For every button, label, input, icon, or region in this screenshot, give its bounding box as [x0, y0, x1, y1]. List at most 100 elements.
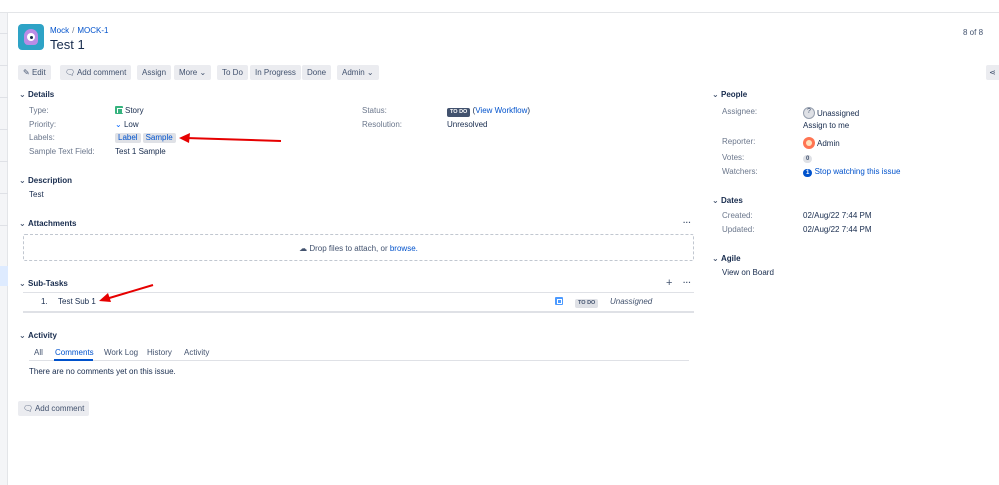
assign-button[interactable]: Assign: [137, 65, 172, 80]
arrow-line-labels: [185, 137, 282, 142]
chevron-down-icon: ⌄: [19, 279, 26, 288]
breadcrumb-project-link[interactable]: Mock: [50, 26, 69, 35]
chevron-down-icon: ⌄: [712, 196, 719, 205]
chevron-down-icon: ⌄: [19, 219, 26, 228]
resolution-label: Resolution:: [362, 120, 403, 129]
assign-to-me-link[interactable]: Assign to me: [803, 121, 849, 130]
project-avatar[interactable]: [18, 24, 44, 50]
admin-button[interactable]: Admin ⌄: [337, 65, 379, 80]
comment-icon: 🗨: [23, 404, 34, 413]
cloud-upload-icon: ☁: [299, 244, 308, 253]
subtask-assignee: Unassigned: [610, 297, 653, 306]
chevron-down-icon: ⌄: [712, 254, 719, 263]
priority-low-icon: ⌄: [115, 120, 122, 129]
tab-activity[interactable]: Activity: [184, 348, 209, 357]
attachment-dropzone[interactable]: ☁ Drop files to attach, or browse.: [23, 234, 694, 261]
todo-button[interactable]: To Do: [217, 65, 248, 80]
story-icon: [115, 106, 123, 114]
top-divider: [0, 12, 999, 13]
votes-label: Votes:: [722, 153, 745, 162]
status-value: TO DO (View Workflow): [447, 106, 530, 117]
comment-icon: 🗨: [65, 68, 76, 77]
watchers-count-badge: 1: [803, 169, 813, 177]
chevron-down-icon: ⌄: [199, 68, 207, 77]
subtask-number: 1.: [41, 297, 48, 306]
tab-all[interactable]: All: [34, 348, 43, 357]
watchers-value: 1 Stop watching this issue: [803, 167, 900, 177]
tab-history[interactable]: History: [147, 348, 172, 357]
votes-count-badge: 0: [803, 155, 813, 163]
priority-label: Priority:: [29, 120, 57, 129]
label-tag[interactable]: Sample: [142, 133, 176, 143]
chevron-down-icon: ⌄: [19, 176, 26, 185]
chevron-down-icon: ⌄: [19, 331, 26, 340]
add-comment-button[interactable]: 🗨 Add comment: [60, 65, 132, 80]
unassigned-avatar: [803, 107, 815, 119]
description-text[interactable]: Test: [29, 190, 44, 199]
dates-section-toggle[interactable]: ⌄ Dates: [712, 196, 743, 205]
votes-value[interactable]: 0: [803, 153, 813, 163]
share-icon[interactable]: ⋖: [986, 65, 999, 80]
browse-link[interactable]: browse.: [390, 244, 418, 253]
more-options-icon[interactable]: ···: [683, 218, 691, 227]
attachments-section-toggle[interactable]: ⌄ Attachments: [19, 219, 76, 228]
edit-button[interactable]: ✎ Edit: [18, 65, 51, 80]
label-tag[interactable]: Label: [115, 133, 141, 143]
subtask-link[interactable]: Test Sub 1: [58, 297, 96, 306]
type-value: Story: [115, 106, 144, 115]
labels-value: Label Sample: [115, 133, 178, 143]
reporter-value: Admin: [803, 137, 840, 149]
avatar: [803, 137, 815, 149]
details-section-toggle[interactable]: ⌄ Details: [19, 90, 54, 99]
active-tab-indicator: [54, 359, 93, 361]
activity-section-toggle[interactable]: ⌄ Activity: [19, 331, 57, 340]
sample-text-field-value: Test 1 Sample: [115, 147, 166, 156]
breadcrumb: Mock / MOCK-1: [50, 26, 109, 35]
arrow-head-subtask: [99, 293, 111, 302]
subtask-status: TO DO: [575, 297, 599, 308]
subtasks-top-divider: [23, 292, 694, 293]
subtask-icon: [555, 297, 563, 305]
page-title: Test 1: [50, 37, 85, 52]
sample-text-field-label: Sample Text Field:: [29, 147, 95, 156]
reporter-label: Reporter:: [722, 137, 756, 146]
left-sidebar: [0, 13, 8, 485]
more-options-icon[interactable]: ···: [683, 278, 691, 287]
tab-work-log[interactable]: Work Log: [104, 348, 138, 357]
chevron-down-icon: ⌄: [19, 90, 26, 99]
subtasks-section-toggle[interactable]: ⌄ Sub-Tasks: [19, 279, 68, 288]
resolution-value: Unresolved: [447, 120, 488, 129]
chevron-down-icon: ⌄: [712, 90, 719, 99]
status-badge: TO DO: [447, 108, 471, 117]
watchers-label: Watchers:: [722, 167, 758, 176]
agile-section-toggle[interactable]: ⌄ Agile: [712, 254, 741, 263]
breadcrumb-issue-link[interactable]: MOCK-1: [77, 26, 108, 35]
type-label: Type:: [29, 106, 49, 115]
view-on-board-link[interactable]: View on Board: [722, 268, 774, 277]
add-comment-bottom-button[interactable]: 🗨 Add comment: [18, 401, 90, 416]
stop-watching-link[interactable]: Stop watching this issue: [815, 167, 901, 176]
issue-pager: 8 of 8: [963, 28, 984, 37]
more-button[interactable]: More ⌄: [174, 65, 212, 80]
tab-comments[interactable]: Comments: [55, 348, 94, 357]
in-progress-button[interactable]: In Progress: [250, 65, 301, 80]
created-label: Created:: [722, 211, 753, 220]
pencil-icon: ✎: [23, 68, 30, 77]
subtask-type: [555, 297, 563, 307]
labels-label: Labels:: [29, 133, 55, 142]
tabs-divider: [29, 360, 689, 361]
subtasks-bottom-divider: [23, 311, 694, 313]
assignee-label: Assignee:: [722, 107, 758, 116]
updated-label: Updated:: [722, 225, 755, 234]
status-badge: TO DO: [575, 299, 599, 308]
priority-value: ⌄ Low: [115, 120, 139, 129]
created-value: 02/Aug/22 7:44 PM: [803, 211, 872, 220]
done-button[interactable]: Done: [302, 65, 332, 80]
description-section-toggle[interactable]: ⌄ Description: [19, 176, 72, 185]
assignee-value: Unassigned: [803, 107, 859, 119]
add-subtask-icon[interactable]: +: [666, 277, 672, 289]
people-section-toggle[interactable]: ⌄ People: [712, 90, 747, 99]
no-comments-message: There are no comments yet on this issue.: [29, 367, 176, 376]
view-workflow-link[interactable]: View Workflow: [475, 106, 527, 115]
chevron-down-icon: ⌄: [366, 68, 374, 77]
